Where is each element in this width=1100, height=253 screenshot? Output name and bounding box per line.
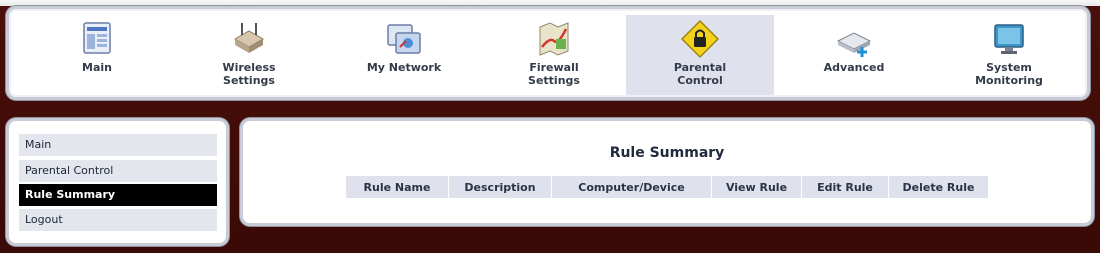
- side-item-main[interactable]: Main: [19, 134, 217, 156]
- column-header-edit-rule: Edit Rule: [802, 176, 889, 198]
- side-menu: Main Parental Control Rule Summary Logou…: [6, 118, 229, 246]
- nav-firewall-settings[interactable]: Firewall Settings: [504, 15, 604, 95]
- monitor-icon: [994, 24, 1024, 54]
- column-header-view-rule: View Rule: [712, 176, 802, 198]
- nav-advanced[interactable]: Advanced: [804, 15, 904, 95]
- table-header-row: Rule Name Description Computer/Device Vi…: [346, 176, 989, 198]
- nav-advanced-label: Advanced: [823, 61, 885, 74]
- advanced-scanner-icon: [836, 32, 872, 57]
- nav-wireless-settings-label: Wireless Settings: [222, 61, 276, 87]
- nav-my-network-label: My Network: [366, 61, 442, 74]
- nav-system-monitoring-label: System Monitoring: [975, 61, 1043, 87]
- nav-main[interactable]: Main: [47, 15, 147, 95]
- page-title: Rule Summary: [609, 145, 725, 161]
- side-item-logout[interactable]: Logout: [19, 209, 217, 231]
- firewall-map-icon: [539, 22, 569, 56]
- rule-summary-table: Rule Name Description Computer/Device Vi…: [346, 176, 989, 198]
- side-item-parental-control[interactable]: Parental Control: [19, 160, 217, 182]
- nav-parental-control[interactable]: Parental Control: [626, 15, 774, 95]
- my-network-icon: [387, 24, 421, 54]
- column-header-computer-device: Computer/Device: [552, 176, 712, 198]
- side-item-rule-summary[interactable]: Rule Summary: [19, 184, 217, 206]
- lock-warning-icon: [680, 19, 720, 59]
- main-screen-icon: [83, 22, 111, 54]
- column-header-rule-name: Rule Name: [346, 176, 449, 198]
- column-header-description: Description: [449, 176, 552, 198]
- nav-my-network[interactable]: My Network: [349, 15, 459, 95]
- page: SetupRouter.com Main Wireless Settings: [0, 0, 1100, 253]
- nav-wireless-settings[interactable]: Wireless Settings: [199, 15, 299, 95]
- nav-main-label: Main: [82, 61, 112, 74]
- top-navigation: Main Wireless Settings My Network Firewa…: [6, 6, 1090, 100]
- column-header-delete-rule: Delete Rule: [889, 176, 989, 198]
- nav-system-monitoring[interactable]: System Monitoring: [959, 15, 1059, 95]
- content-panel: Rule Summary Rule Name Description Compu…: [240, 118, 1094, 226]
- nav-parental-control-label: Parental Control: [673, 61, 727, 87]
- nav-firewall-settings-label: Firewall Settings: [528, 61, 580, 87]
- wireless-router-icon: [233, 23, 265, 53]
